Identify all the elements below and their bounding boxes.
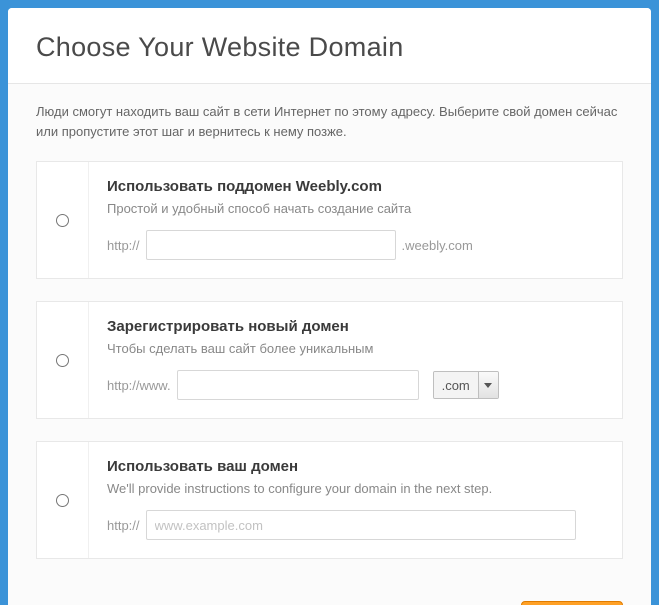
url-prefix: http://www. [107,378,171,393]
option-content: Использовать поддомен Weebly.com Простой… [89,162,622,278]
option-title: Использовать ваш домен [107,458,604,475]
option-subdomain[interactable]: Использовать поддомен Weebly.com Простой… [36,161,623,279]
input-row: http:// .weebly.com [107,230,604,260]
radio-subdomain[interactable] [56,214,69,227]
domain-modal: Choose Your Website Domain Люди смогут н… [8,8,651,605]
option-content: Зарегистрировать новый домен Чтобы сдела… [89,302,622,418]
radio-col [37,162,89,278]
option-title: Использовать поддомен Weebly.com [107,178,604,195]
modal-header: Choose Your Website Domain [8,8,651,84]
tld-select[interactable]: .com [433,371,499,399]
modal-body: Люди смогут находить ваш сайт в сети Инт… [8,84,651,593]
option-subtitle: Простой и удобный способ начать создание… [107,201,604,216]
chevron-down-icon[interactable] [478,372,498,398]
own-domain-input[interactable] [146,510,576,540]
option-content: Использовать ваш домен We'll provide ins… [89,442,622,558]
tld-value: .com [434,372,478,398]
input-row: http:// [107,510,604,540]
url-prefix: http:// [107,518,140,533]
option-subtitle: We'll provide instructions to configure … [107,481,604,496]
option-own[interactable]: Использовать ваш домен We'll provide ins… [36,441,623,559]
option-title: Зарегистрировать новый домен [107,318,604,335]
modal-footer: Continue [8,593,651,605]
radio-register[interactable] [56,354,69,367]
radio-col [37,302,89,418]
option-register[interactable]: Зарегистрировать новый домен Чтобы сдела… [36,301,623,419]
subdomain-input[interactable] [146,230,396,260]
page-title: Choose Your Website Domain [36,32,623,63]
register-input[interactable] [177,370,419,400]
input-row: http://www. .com [107,370,604,400]
intro-text: Люди смогут находить ваш сайт в сети Инт… [36,102,623,141]
radio-own[interactable] [56,494,69,507]
url-prefix: http:// [107,238,140,253]
url-suffix: .weebly.com [402,238,473,253]
radio-col [37,442,89,558]
option-subtitle: Чтобы сделать ваш сайт более уникальным [107,341,604,356]
continue-button[interactable]: Continue [521,601,623,605]
